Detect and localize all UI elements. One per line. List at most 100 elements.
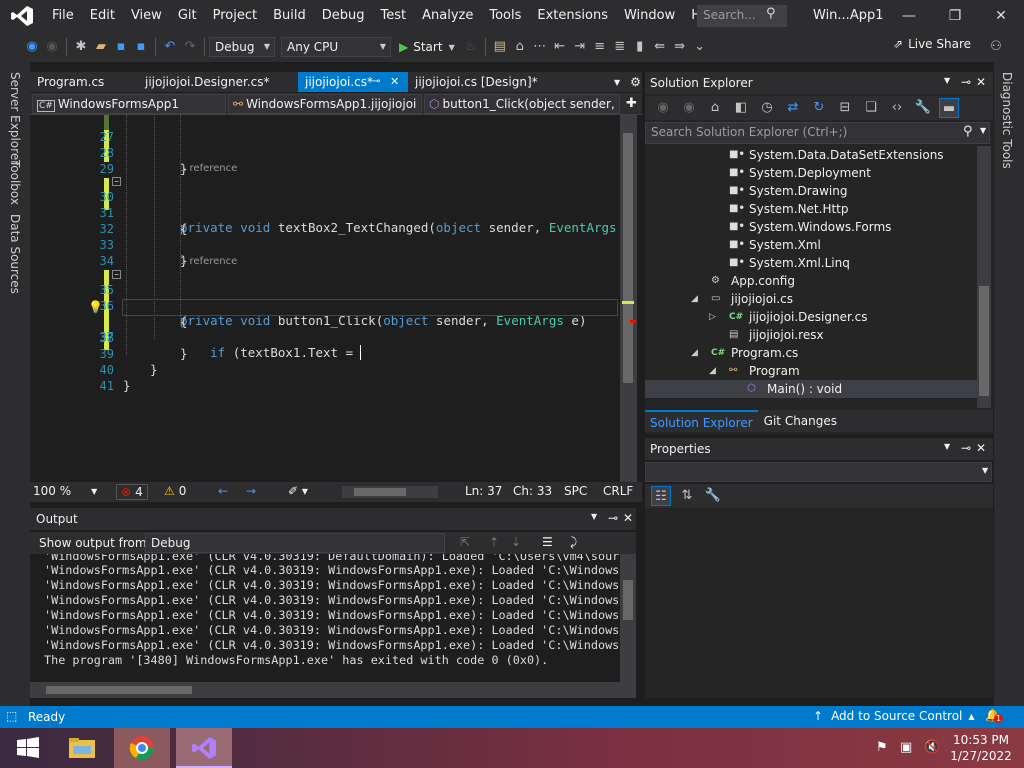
tree-node[interactable]: ■• System.Data.DataSetExtensions [645, 146, 977, 164]
close-icon[interactable]: ✕ [976, 75, 986, 89]
scrollbar-thumb[interactable] [623, 580, 633, 620]
platform-dropdown[interactable]: Any CPU ▼ [281, 37, 391, 57]
zoom-dropdown[interactable]: 100 % ▼ [33, 484, 97, 498]
next-bookmark-icon[interactable]: ⇛ [670, 37, 690, 57]
panel-options-icon[interactable]: ▼ [944, 442, 950, 451]
alphabetical-icon[interactable]: ⇅ [677, 486, 697, 506]
live-share-button[interactable]: ⇗ Live Share [893, 37, 971, 51]
tree-node[interactable]: ▷ C# jijojiojoi.Designer.cs [645, 308, 977, 326]
menu-window[interactable]: Window [616, 0, 683, 32]
tree-node[interactable]: ■• System.Windows.Forms [645, 218, 977, 236]
toolbar-overflow-icon[interactable]: ⋯ [530, 37, 550, 57]
collapse-icon[interactable]: ◢ [691, 290, 698, 308]
editor-vertical-scrollbar[interactable] [620, 115, 637, 482]
find-message-icon[interactable]: ⇱ [460, 535, 470, 549]
scrollbar-thumb[interactable] [354, 488, 406, 496]
menu-file[interactable]: File [44, 0, 82, 32]
properties-object-dropdown[interactable]: ▼ [645, 462, 992, 482]
back-icon[interactable]: ◉ [653, 98, 673, 118]
close-tab-icon[interactable]: ✕ [390, 72, 399, 92]
close-icon[interactable]: ✕ [976, 441, 986, 455]
panel-options-icon[interactable]: ▼ [591, 512, 597, 521]
diagnostic-tools-tab[interactable]: Diagnostic Tools [1000, 72, 1014, 169]
flag-icon[interactable]: ⚑ [876, 740, 888, 755]
indent-icon[interactable]: ⇤ [550, 37, 570, 57]
pin-icon[interactable]: ⊸ [372, 72, 380, 92]
categorized-icon[interactable]: ☷ [651, 486, 671, 506]
tab-jijojiojoi-design[interactable]: jijojiojoi.cs [Design]* [408, 72, 608, 92]
start-button[interactable]: ▶ Start ▼ [399, 37, 455, 57]
property-pages-icon[interactable]: 🔧 [703, 486, 723, 506]
properties-wrench-icon[interactable]: 🔧 [913, 98, 933, 118]
menu-analyze[interactable]: Analyze [414, 0, 481, 32]
volume-muted-icon[interactable]: 🔇 [924, 740, 940, 755]
home-icon[interactable]: ⌂ [705, 98, 725, 118]
collapse-all-icon[interactable]: ⊟ [835, 98, 855, 118]
tab-designer-cs[interactable]: jijojiojoi.Designer.cs* [138, 72, 298, 92]
warnings-indicator[interactable]: ⚠ 0 [164, 484, 186, 498]
switch-views-icon[interactable]: ◧ [731, 98, 751, 118]
minimize-button[interactable]: — [886, 0, 932, 32]
whitespace-indicator[interactable]: SPC [564, 484, 587, 498]
open-folder-icon[interactable]: ▰ [91, 37, 111, 57]
collapse-icon[interactable]: − [112, 270, 121, 279]
menu-debug[interactable]: Debug [314, 0, 373, 32]
uncomment-icon[interactable]: ≣ [610, 37, 630, 57]
clock[interactable]: 10:53 PM 1/27/2022 [950, 732, 1012, 764]
refresh-icon[interactable]: ↻ [809, 98, 829, 118]
solution-explorer-scrollbar[interactable] [977, 146, 991, 408]
panel-options-icon[interactable]: ▼ [944, 76, 950, 85]
visual-studio-logo-icon[interactable] [10, 5, 34, 27]
tree-node[interactable]: ◢ C# Program.cs [645, 344, 977, 362]
tab-jijojiojoi-cs[interactable]: jijojiojoi.cs* ⊸ ✕ [298, 72, 408, 92]
clear-all-icon[interactable]: ☰ [542, 535, 553, 549]
lightbulb-icon[interactable]: 💡 [88, 300, 103, 314]
save-all-icon[interactable]: ▪ [131, 37, 151, 57]
output-horizontal-scrollbar[interactable] [30, 682, 636, 698]
pin-icon[interactable]: ⊸ [608, 511, 618, 525]
gear-icon[interactable]: ⚙ [630, 75, 641, 89]
line-ending-indicator[interactable]: CRLF [603, 484, 633, 498]
prev-message-icon[interactable]: ⇡ [489, 535, 499, 549]
scrollbar-thumb[interactable] [979, 286, 989, 396]
forward-icon[interactable]: ◉ [679, 98, 699, 118]
undo-icon[interactable]: ↶ [160, 37, 180, 57]
output-text-area[interactable]: 'WindowsFormsApp1.exe' (CLR v4.0.30319: … [30, 554, 620, 682]
tab-git-changes[interactable]: Git Changes [758, 410, 843, 432]
collapse-icon[interactable]: − [112, 177, 121, 186]
tree-node[interactable]: ■• System.Xml [645, 236, 977, 254]
view-code-icon[interactable]: ‹› [887, 98, 907, 118]
visual-studio-taskbar-icon[interactable] [176, 728, 232, 768]
toolbox-icon[interactable]: ⌂ [510, 37, 530, 57]
redo-icon[interactable]: ↷ [180, 37, 200, 57]
search-icon[interactable]: ⚲ [766, 6, 776, 21]
configuration-dropdown[interactable]: Debug ▼ [209, 37, 275, 57]
add-to-source-control-button[interactable]: ↑ Add to Source Control ▲ [813, 709, 975, 723]
code-editor[interactable]: 27 28 } 29 1 reference 30 − private void… [30, 115, 639, 482]
pin-icon[interactable]: ⊸ [961, 441, 971, 455]
tree-node[interactable]: ■• System.Drawing [645, 182, 977, 200]
code-cleanup-icon[interactable]: ✐ ▾ [288, 484, 308, 498]
feedback-icon[interactable]: ⚇ [986, 37, 1006, 57]
collapse-icon[interactable]: ◢ [691, 344, 698, 362]
tab-program-cs[interactable]: Program.cs [30, 72, 138, 92]
project-dropdown[interactable]: C# WindowsFormsApp1 [32, 93, 226, 114]
prev-bookmark-icon[interactable]: ⇚ [650, 37, 670, 57]
menu-git[interactable]: Git [170, 0, 205, 32]
menu-tools[interactable]: Tools [481, 0, 529, 32]
chevron-down-icon[interactable]: ▼ [980, 126, 986, 135]
class-dropdown[interactable]: ⚯ WindowsFormsApp1.jijojiojoi [228, 93, 422, 114]
menu-build[interactable]: Build [265, 0, 314, 32]
errors-indicator[interactable]: ⊗ 4 [116, 484, 148, 500]
tree-node[interactable]: ◢ ▭ jijojiojoi.cs [645, 290, 977, 308]
navigate-back-icon[interactable]: ← [218, 484, 228, 498]
search-icon[interactable]: ⚲ [963, 124, 973, 139]
outdent-icon[interactable]: ⇥ [570, 37, 590, 57]
pin-icon[interactable]: ⊸ [961, 75, 971, 89]
menu-test[interactable]: Test [373, 0, 415, 32]
menu-project[interactable]: Project [205, 0, 265, 32]
close-button[interactable]: ✕ [978, 0, 1024, 32]
collapse-icon[interactable]: ◢ [709, 362, 716, 380]
solution-explorer-search-input[interactable]: Search Solution Explorer (Ctrl+;) [645, 122, 990, 144]
bookmark-icon[interactable]: ▮ [630, 37, 650, 57]
